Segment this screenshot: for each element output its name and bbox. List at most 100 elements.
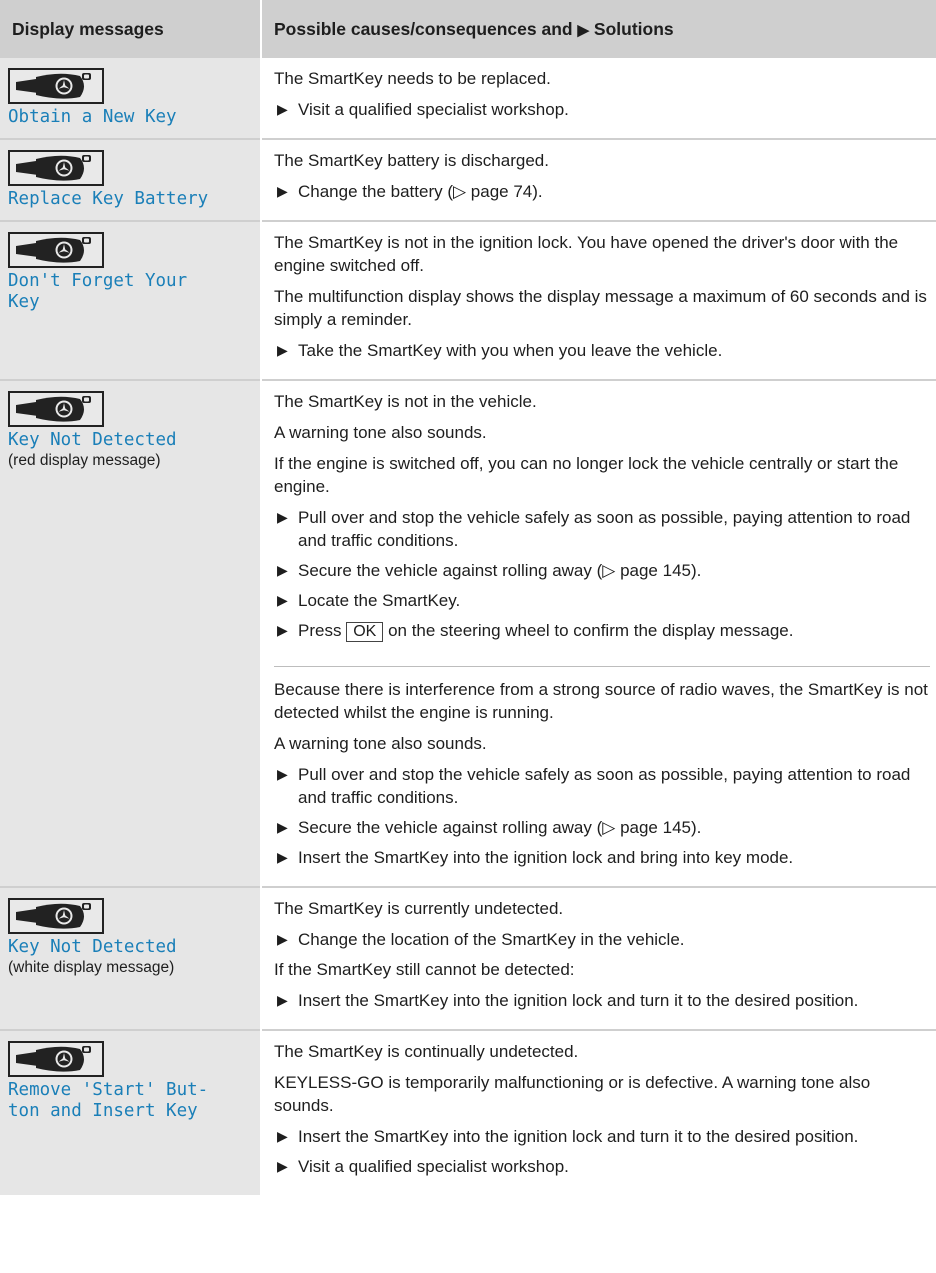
solution-step: ▶ Pull over and stop the vehicle safely a…	[274, 506, 930, 552]
solution-steps: ▶ Take the SmartKey with you when you lea…	[274, 339, 930, 362]
table-row: Key Not Detected (red display message) The…	[0, 379, 936, 887]
causes-solutions-cell: The SmartKey is not in the vehicle. A war…	[261, 379, 936, 887]
solution-step: ▶ Insert the SmartKey into the ignition l…	[274, 1125, 930, 1148]
solution-step: ▶ Change the location of the SmartKey in …	[274, 928, 930, 951]
display-message-cell: Key Not Detected (red display message)	[0, 379, 262, 887]
bullet-icon: ▶	[277, 342, 288, 358]
causes-solutions-cell: The SmartKey is continually undetected. K…	[261, 1029, 936, 1195]
bullet-icon: ▶	[277, 622, 288, 638]
step-text: Visit a qualified specialist workshop.	[298, 1157, 569, 1176]
bullet-icon: ▶	[277, 819, 288, 835]
bullet-icon: ▶	[277, 592, 288, 608]
cause-block: The SmartKey is continually undetected. K…	[274, 1031, 930, 1195]
causes-solutions-cell: The SmartKey battery is discharged. ▶ Chan…	[261, 138, 936, 221]
display-message-text: Obtain a New Key	[8, 107, 177, 127]
display-message-cell: Obtain a New Key	[0, 58, 262, 139]
display-message-note: (white display message)	[8, 959, 175, 976]
step-text: Pull over and stop the vehicle safely as…	[298, 508, 911, 550]
cause-text: The SmartKey battery is discharged.	[274, 151, 549, 170]
table-header-row: Display messages Possible causes/consequ…	[0, 0, 936, 58]
bullet-icon: ▶	[277, 766, 288, 782]
solution-step: ▶ Visit a qualified specialist workshop.	[274, 98, 930, 121]
bullet-icon: ▶	[277, 183, 288, 199]
cause-text: The multifunction display shows the disp…	[274, 287, 927, 329]
solution-step: ▶ Secure the vehicle against rolling away…	[274, 559, 930, 582]
smartkey-icon	[8, 150, 104, 186]
table-row: Don't Forget Your Key The SmartKey is not…	[0, 220, 936, 380]
solution-step: ▶ Secure the vehicle against rolling away…	[274, 816, 930, 839]
step-text: Change the battery (▷ page 74).	[298, 182, 543, 201]
display-message-text: Don't Forget Your Key	[8, 271, 188, 312]
step-text: Insert the SmartKey into the ignition lo…	[298, 848, 794, 867]
step-text: Visit a qualified specialist workshop.	[298, 100, 569, 119]
cause-text: The SmartKey is not in the vehicle.	[274, 392, 537, 411]
solution-step: ▶ Take the SmartKey with you when you lea…	[274, 339, 930, 362]
step-text: Locate the SmartKey.	[298, 591, 461, 610]
bullet-icon: ▶	[277, 1158, 288, 1174]
cause-text: A warning tone also sounds.	[274, 423, 487, 442]
cause-text: Because there is interference from a str…	[274, 680, 928, 722]
header-display-messages: Display messages	[0, 0, 262, 58]
header-causes-label: Possible causes/consequences and	[274, 18, 573, 39]
solution-step: ▶ Change the battery (▷ page 74).	[274, 180, 930, 203]
solutions-arrow-icon: ▶	[577, 21, 590, 39]
solution-steps: ▶ Change the location of the SmartKey in …	[274, 928, 930, 951]
cause-text: If the engine is switched off, you can n…	[274, 454, 899, 496]
solution-steps: ▶ Insert the SmartKey into the ignition l…	[274, 989, 930, 1012]
step-text: Press	[298, 621, 342, 640]
step-text: Secure the vehicle against rolling away …	[298, 818, 702, 837]
display-message-cell: Don't Forget Your Key	[0, 220, 262, 380]
bullet-icon: ▶	[277, 562, 288, 578]
cause-text: KEYLESS-GO is temporarily malfunctioning…	[274, 1073, 871, 1115]
cause-text: The SmartKey is currently undetected.	[274, 899, 564, 918]
display-message-text: Key Not Detected	[8, 430, 177, 450]
display-message-cell: Replace Key Battery	[0, 138, 262, 221]
cause-text: The SmartKey is continually undetected.	[274, 1042, 579, 1061]
display-message-cell: Key Not Detected (white display message)	[0, 886, 262, 1030]
step-text: on the steering wheel to confirm the dis…	[388, 621, 794, 640]
solution-steps: ▶ Insert the SmartKey into the ignition l…	[274, 1125, 930, 1178]
causes-solutions-cell: The SmartKey is currently undetected. ▶ Ch…	[261, 886, 936, 1030]
cause-block: Because there is interference from a str…	[274, 666, 930, 886]
solution-steps: ▶ Pull over and stop the vehicle safely a…	[274, 506, 930, 642]
bullet-icon: ▶	[277, 1128, 288, 1144]
smartkey-icon	[8, 391, 104, 427]
step-text: Pull over and stop the vehicle safely as…	[298, 765, 911, 807]
cause-text: A warning tone also sounds.	[274, 734, 487, 753]
display-messages-table: Display messages Possible causes/consequ…	[0, 0, 936, 1195]
smartkey-icon	[8, 1041, 104, 1077]
solution-step: ▶ Insert the SmartKey into the ignition l…	[274, 846, 930, 869]
display-message-text: Key Not Detected	[8, 937, 177, 957]
step-text: Change the location of the SmartKey in t…	[298, 930, 685, 949]
display-message-text: Remove 'Start' But- ton and Insert Key	[8, 1080, 209, 1121]
solution-step: ▶ Pull over and stop the vehicle safely a…	[274, 763, 930, 809]
solution-steps: ▶ Pull over and stop the vehicle safely a…	[274, 763, 930, 869]
bullet-icon: ▶	[277, 509, 288, 525]
display-message-note: (red display message)	[8, 452, 161, 469]
solution-steps: ▶ Visit a qualified specialist workshop.	[274, 98, 930, 121]
step-text: Insert the SmartKey into the ignition lo…	[298, 1127, 859, 1146]
ok-button-label: OK	[346, 622, 384, 642]
table-row: Obtain a New Key The SmartKey needs to be…	[0, 58, 936, 139]
cause-text: The SmartKey needs to be replaced.	[274, 69, 551, 88]
solution-step: ▶ Insert the SmartKey into the ignition l…	[274, 989, 930, 1012]
causes-solutions-cell: The SmartKey is not in the ignition lock…	[261, 220, 936, 380]
bullet-icon: ▶	[277, 849, 288, 865]
table-row: Remove 'Start' But- ton and Insert Key Th…	[0, 1029, 936, 1195]
solution-step: ▶ Visit a qualified specialist workshop.	[274, 1155, 930, 1178]
solution-step: ▶ Press OK on the steering wheel to confi…	[274, 619, 930, 642]
smartkey-icon	[8, 898, 104, 934]
cause-block: The SmartKey is currently undetected. ▶ Ch…	[274, 888, 930, 1029]
step-text: Secure the vehicle against rolling away …	[298, 561, 702, 580]
smartkey-icon	[8, 232, 104, 268]
step-text: Insert the SmartKey into the ignition lo…	[298, 991, 859, 1010]
smartkey-icon	[8, 68, 104, 104]
cause-block: The SmartKey is not in the ignition lock…	[274, 222, 930, 379]
table-body: Obtain a New Key The SmartKey needs to be…	[0, 58, 936, 1195]
header-solutions-label: Solutions	[593, 18, 674, 39]
solution-steps: ▶ Change the battery (▷ page 74).	[274, 180, 930, 203]
table-row: Key Not Detected (white display message) T…	[0, 886, 936, 1030]
cause-text: If the SmartKey still cannot be detected…	[274, 960, 575, 979]
table-row: Replace Key Battery The SmartKey battery …	[0, 138, 936, 221]
step-text: Take the SmartKey with you when you leav…	[298, 341, 723, 360]
